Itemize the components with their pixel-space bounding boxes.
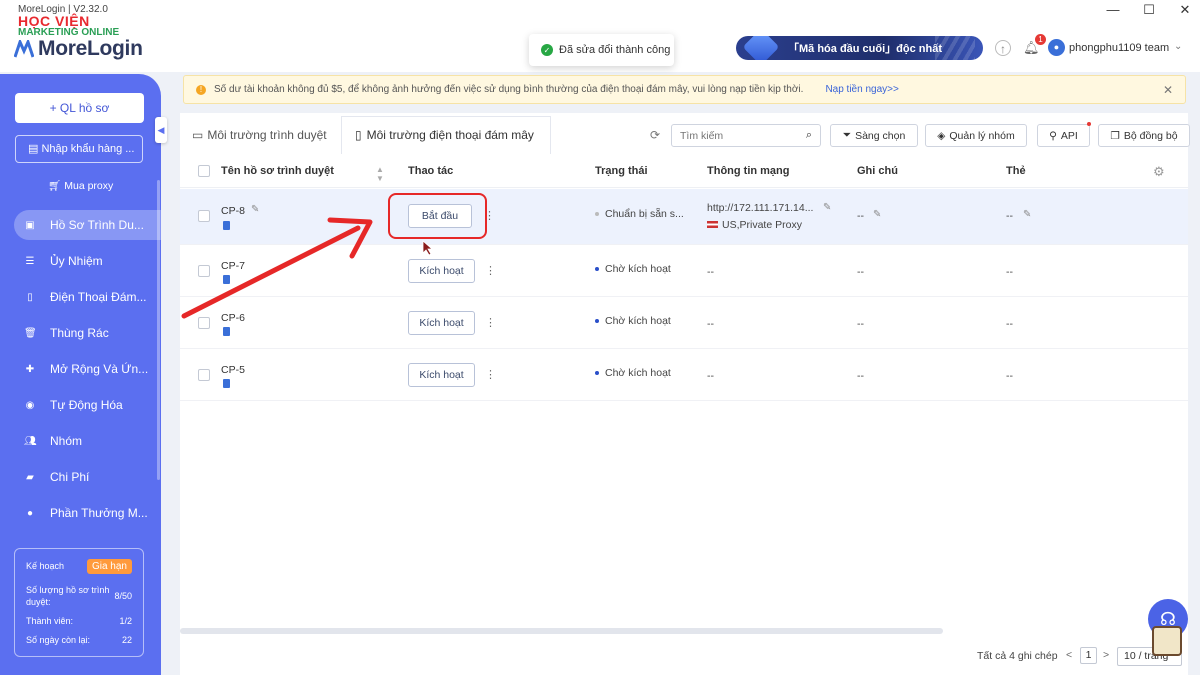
buy-proxy-link[interactable]: 🛒︎ Mua proxy bbox=[48, 179, 113, 192]
reward-icon: ● bbox=[26, 507, 34, 519]
trash-icon: 🗑︎ bbox=[24, 327, 37, 339]
more-icon[interactable]: ⋮ bbox=[485, 264, 496, 277]
search-icon[interactable]: ⌕ bbox=[806, 129, 812, 142]
layers-icon: ◈ bbox=[937, 129, 946, 142]
edit-icon[interactable]: ✎ bbox=[823, 202, 831, 213]
renew-button[interactable]: Gia hạn bbox=[86, 559, 132, 574]
check-circle-icon: ✓ bbox=[541, 44, 553, 56]
horizontal-scrollbar[interactable] bbox=[180, 628, 943, 634]
group-manage-button[interactable]: ◈ Quản lý nhóm bbox=[925, 124, 1027, 147]
filter-icon: ⏷ bbox=[842, 129, 852, 141]
puzzle-icon: ✚ bbox=[25, 363, 35, 375]
collapse-sidebar-button[interactable]: ◀ bbox=[155, 117, 167, 143]
import-icon: ▤ bbox=[28, 143, 42, 155]
morelogin-logo-icon bbox=[14, 40, 34, 58]
filter-button[interactable]: ⏷ Sàng chọn bbox=[830, 124, 918, 147]
table-header: Tên hồ sơ trình duyệt Thao tác Trạng thá… bbox=[180, 154, 1188, 188]
chevron-down-icon[interactable]: ⌄ bbox=[1174, 41, 1182, 52]
wallet-icon: ▰ bbox=[26, 471, 34, 483]
activate-button[interactable]: Kích hoạt bbox=[408, 311, 475, 335]
highlight-annotation bbox=[388, 193, 487, 239]
sort-icon[interactable]: ▲ ▼ bbox=[376, 165, 384, 183]
sidebar-item-proxy[interactable]: ☰ Ủy Nhiệm bbox=[14, 246, 159, 276]
chest-icon bbox=[1152, 626, 1182, 656]
sidebar-item-browser-profiles[interactable]: ▣ Hồ Sơ Trình Du... bbox=[14, 210, 161, 240]
sidebar-item-group[interactable]: 👥︎ Nhóm bbox=[14, 426, 159, 456]
select-all-checkbox[interactable] bbox=[198, 165, 210, 177]
sidebar-item-cloud-phone[interactable]: ▯ Điện Thoại Đám... bbox=[14, 282, 159, 312]
browser-tab-icon: ▭ bbox=[192, 128, 204, 142]
api-notification-dot bbox=[1087, 122, 1091, 126]
top-up-link[interactable]: Nạp tiền ngay>> bbox=[825, 84, 898, 95]
new-profile-button[interactable]: + QL hồ sơ bbox=[15, 93, 144, 123]
sidebar-item-trash[interactable]: 🗑︎ Thùng Rác bbox=[14, 318, 159, 348]
close-window-button[interactable]: ✕ bbox=[1178, 2, 1192, 18]
list-icon: ☰ bbox=[25, 255, 35, 267]
copy-icon: ❐ bbox=[1110, 129, 1120, 142]
browser-icon: ▣ bbox=[25, 219, 35, 231]
title-bar: MoreLogin | V2.32.0 — ☐ ✕ bbox=[0, 0, 1200, 22]
gear-icon[interactable]: ⚙ bbox=[1153, 164, 1165, 180]
page-number[interactable]: 1 bbox=[1080, 647, 1097, 664]
notification-badge: 1 bbox=[1035, 34, 1046, 45]
sync-button[interactable]: ❐ Bộ đồng bộ bbox=[1098, 124, 1190, 147]
close-icon[interactable]: ✕ bbox=[1163, 83, 1173, 97]
edit-icon[interactable]: ✎ bbox=[873, 209, 881, 220]
plan-card: Kế hoạch Gia hạn Số lượng hồ sơ trình du… bbox=[14, 548, 144, 657]
avatar[interactable]: ● bbox=[1048, 39, 1065, 56]
table-row[interactable]: CP-5 Kích hoạt ⋮ Chờ kích hoạt -- -- -- bbox=[180, 349, 1188, 401]
row-checkbox[interactable] bbox=[198, 369, 210, 381]
total-records: Tất cả 4 ghi chép bbox=[977, 650, 1058, 662]
us-flag-icon bbox=[707, 221, 718, 228]
diamond-icon bbox=[742, 36, 780, 60]
activate-button[interactable]: Kích hoạt bbox=[408, 363, 475, 387]
sidebar-item-extensions[interactable]: ✚ Mở Rộng Và Ứn... bbox=[14, 354, 159, 384]
cart-icon: 🛒︎ bbox=[48, 180, 65, 192]
import-button[interactable]: ▤ Nhập khẩu hàng ... bbox=[15, 135, 143, 163]
search-input[interactable] bbox=[680, 129, 795, 142]
more-icon[interactable]: ⋮ bbox=[485, 368, 496, 381]
robot-icon: ◉ bbox=[25, 399, 35, 411]
tab-cloud-phone-env[interactable]: ▯ Môi trường điện thoại đám mây bbox=[355, 117, 534, 153]
tab-browser-env[interactable]: ▭ Môi trường trình duyệt bbox=[192, 117, 327, 153]
sidebar-item-rewards[interactable]: ● Phần Thưởng M... bbox=[14, 498, 159, 528]
maximize-button[interactable]: ☐ bbox=[1142, 2, 1156, 18]
sidebar-item-billing[interactable]: ▰ Chi Phí bbox=[14, 462, 159, 492]
prev-page-button[interactable]: < bbox=[1066, 649, 1072, 661]
phone-device-icon bbox=[223, 327, 230, 336]
next-page-button[interactable]: > bbox=[1103, 649, 1109, 661]
minimize-button[interactable]: — bbox=[1106, 2, 1120, 18]
more-icon[interactable]: ⋮ bbox=[485, 316, 496, 329]
api-icon: ⚲ bbox=[1049, 129, 1057, 142]
mouse-cursor-icon bbox=[422, 240, 434, 256]
arrow-annotation bbox=[181, 217, 373, 319]
edit-icon[interactable]: ✎ bbox=[1023, 209, 1031, 220]
warning-icon: ! bbox=[196, 84, 206, 95]
app-logo: MoreLogin bbox=[38, 37, 143, 60]
upload-icon[interactable]: ↑ bbox=[995, 40, 1011, 56]
sidebar-item-automation[interactable]: ◉ Tự Động Hóa bbox=[14, 390, 159, 420]
activate-button[interactable]: Kích hoạt bbox=[408, 259, 475, 283]
phone-device-icon bbox=[223, 379, 230, 388]
group-icon: 👥︎ bbox=[24, 435, 37, 447]
user-name[interactable]: phongphu1109 team bbox=[1069, 42, 1169, 54]
search-box[interactable]: ⌕ bbox=[671, 124, 821, 147]
success-toast: ✓ Đã sửa đổi thành công bbox=[529, 34, 674, 66]
phone-icon: ▯ bbox=[27, 291, 33, 303]
api-button[interactable]: ⚲ API bbox=[1037, 124, 1090, 147]
balance-warning: ! Số dư tài khoản không đủ $5, để không … bbox=[183, 75, 1186, 104]
phone-tab-icon: ▯ bbox=[355, 128, 362, 142]
refresh-icon[interactable]: ⟳ bbox=[650, 128, 660, 142]
promo-banner[interactable]: 「Mã hóa đầu cuối」độc nhất bbox=[736, 36, 983, 60]
watermark-logo: HỌC VIỆN MARKETING ONLINE bbox=[18, 13, 120, 38]
